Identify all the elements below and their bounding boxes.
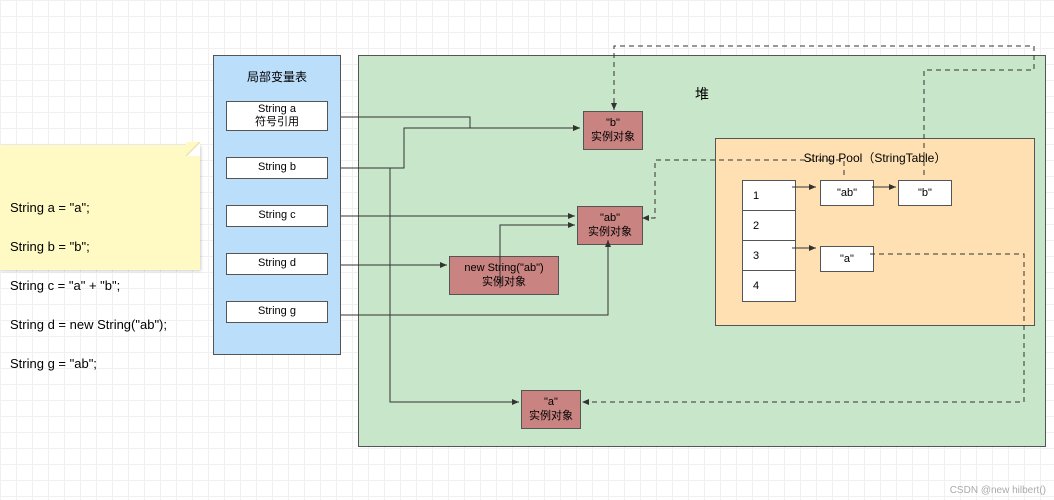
heap-obj-newstr: new String("ab") 实例对象 [449, 256, 559, 295]
pool-row-3: 3 [743, 241, 795, 271]
pool-hashtable: 1 2 3 4 [742, 180, 796, 302]
code-line-3: String c = "a" + "b"; [10, 278, 120, 293]
lvt-item-a: String a 符号引用 [226, 101, 328, 131]
heap-obj-ab: "ab" 实例对象 [577, 206, 643, 245]
code-line-2: String b = "b"; [10, 239, 90, 254]
code-line-1: String a = "a"; [10, 200, 90, 215]
pool-cell-a: "a" [820, 246, 874, 272]
pool-cell-ab: "ab" [820, 180, 874, 206]
lvt-item-d: String d [226, 253, 328, 275]
pool-row-2: 2 [743, 211, 795, 241]
lvt-item-b: String b [226, 157, 328, 179]
note-corner-icon [186, 142, 200, 156]
heap-title: 堆 [695, 84, 709, 104]
code-line-4: String d = new String("ab"); [10, 317, 167, 332]
code-note: String a = "a"; String b = "b"; String c… [0, 145, 200, 270]
code-line-5: String g = "ab"; [10, 356, 97, 371]
heap-obj-b: "b" 实例对象 [583, 111, 643, 150]
heap-obj-a: "a" 实例对象 [521, 390, 581, 429]
local-var-table: 局部变量表 String a 符号引用 String b String c St… [213, 55, 341, 355]
pool-row-1: 1 [743, 181, 795, 211]
string-pool: String Pool（StringTable） 1 2 3 4 "ab" "a… [715, 138, 1035, 326]
lvt-item-c: String c [226, 205, 328, 227]
lvt-title: 局部变量表 [214, 56, 340, 101]
pool-title: String Pool（StringTable） [716, 139, 1034, 180]
watermark: CSDN @new hilbert() [950, 485, 1046, 496]
lvt-item-g: String g [226, 301, 328, 323]
pool-row-4: 4 [743, 271, 795, 301]
heap-panel: 堆 "b" 实例对象 "ab" 实例对象 new String("ab") 实例… [358, 55, 1046, 447]
pool-cell-b: "b" [898, 180, 952, 206]
